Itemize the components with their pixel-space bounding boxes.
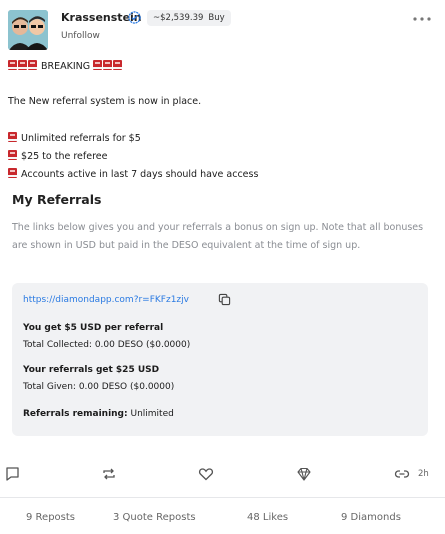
bullet-text: Unlimited referrals for $5 <box>21 133 141 144</box>
bullet-item: Accounts active in last 7 days should ha… <box>8 168 258 180</box>
avatar[interactable] <box>8 10 48 50</box>
referral-panel: https://diamondapp.com?r=FKFz1zjv You ge… <box>12 283 428 436</box>
referrals-description: The links below gives you and your refer… <box>12 222 424 251</box>
coin-price: ~$2,539.39 <box>153 13 204 23</box>
red-book-icon <box>103 60 113 70</box>
breaking-line: BREAKING <box>8 60 123 72</box>
bullet-item: Unlimited referrals for $5 <box>8 132 141 144</box>
post-timestamp: 2h <box>418 469 429 479</box>
red-book-icon <box>8 150 17 160</box>
breaking-text: BREAKING <box>41 61 91 72</box>
red-book-icon <box>93 60 103 70</box>
buy-button[interactable]: Buy <box>208 13 224 23</box>
red-book-icon <box>8 60 17 70</box>
bullet-item: $25 to the referee <box>8 150 107 162</box>
referral-link[interactable]: https://diamondapp.com?r=FKFz1zjv <box>23 295 189 305</box>
red-book-icon <box>8 132 17 142</box>
creator-coin-price[interactable]: ~$2,539.39 Buy <box>147 10 231 26</box>
red-book-icon <box>28 60 37 70</box>
remaining-label: Referrals remaining: <box>23 409 128 419</box>
referrals-title: My Referrals <box>12 192 102 207</box>
you-get-title: You get $5 USD per referral <box>23 323 164 333</box>
comment-icon[interactable] <box>5 466 21 482</box>
remaining-value: Unlimited <box>130 409 174 419</box>
likes-count[interactable]: 48 Likes <box>247 512 288 523</box>
referrals-get-title: Your referrals get $25 USD <box>23 365 160 375</box>
total-given: Total Given: 0.00 DESO ($0.0000) <box>23 382 175 392</box>
red-book-icon <box>8 168 17 178</box>
divider <box>0 497 445 498</box>
repost-icon[interactable] <box>101 466 117 482</box>
reposts-count[interactable]: 9 Reposts <box>26 512 75 523</box>
unfollow-button[interactable]: Unfollow <box>61 31 100 41</box>
verified-icon <box>128 11 141 24</box>
diamond-icon[interactable] <box>296 466 312 482</box>
more-options-icon[interactable] <box>411 16 433 22</box>
heart-icon[interactable] <box>198 466 214 482</box>
bullet-text: Accounts active in last 7 days should ha… <box>21 169 259 180</box>
quote-reposts-count[interactable]: 3 Quote Reposts <box>113 512 196 523</box>
copy-icon[interactable] <box>218 293 231 306</box>
bullet-text: $25 to the referee <box>21 151 108 162</box>
link-icon[interactable] <box>394 466 410 482</box>
total-collected: Total Collected: 0.00 DESO ($0.0000) <box>23 340 191 350</box>
red-book-icon <box>18 60 27 70</box>
red-book-icon <box>113 60 123 70</box>
referrals-remaining: Referrals remaining: Unlimited <box>23 409 174 419</box>
announcement-text: The New referral system is now in place. <box>8 96 202 107</box>
post-card: Krassenstein ~$2,539.39 Buy Unfollow BREA… <box>0 0 445 534</box>
diamonds-count[interactable]: 9 Diamonds <box>341 512 401 523</box>
